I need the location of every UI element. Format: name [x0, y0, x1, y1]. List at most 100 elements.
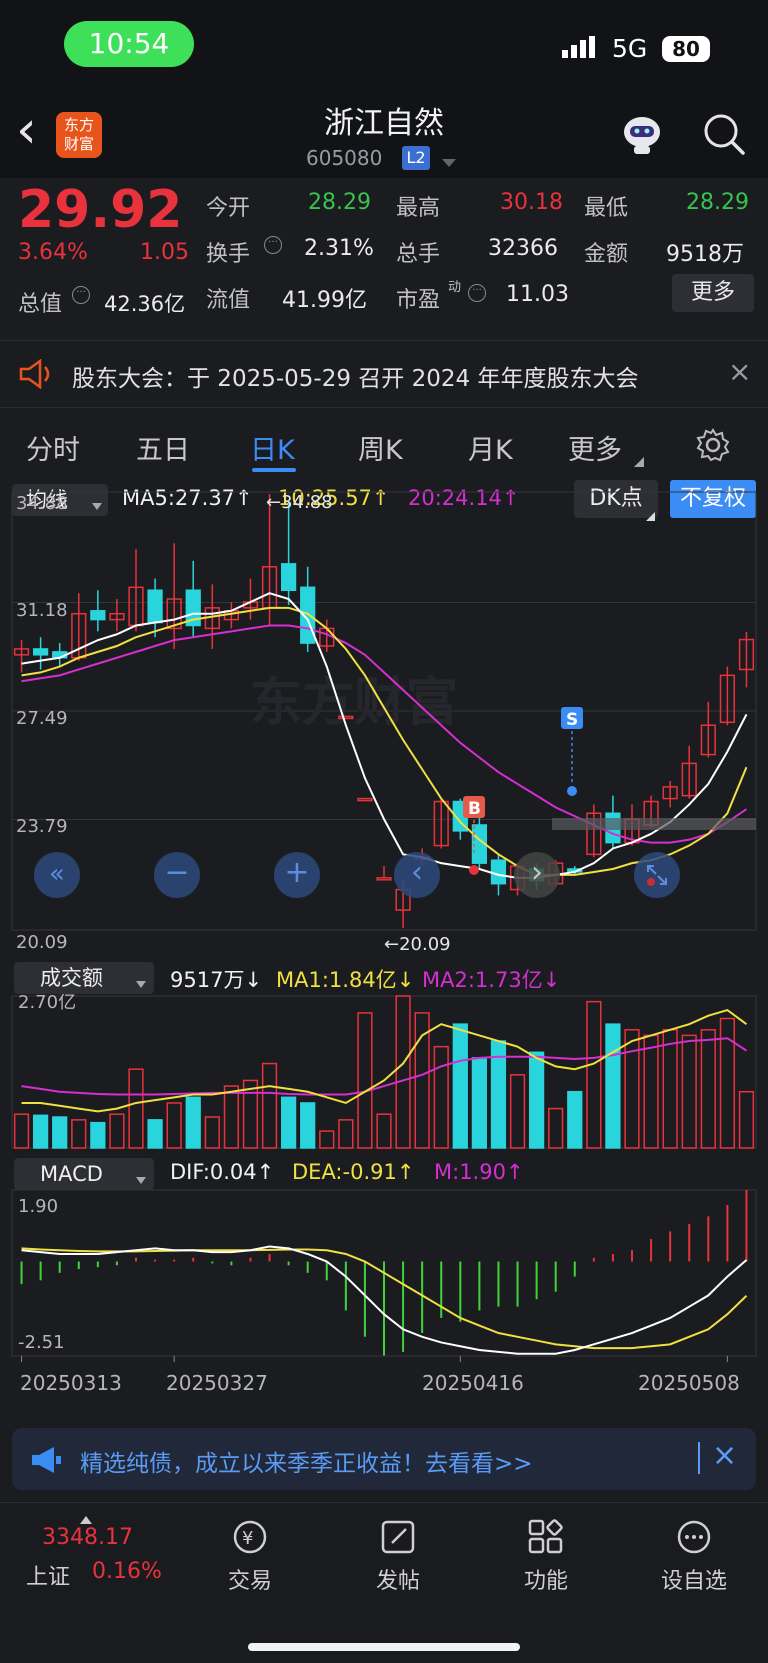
trade-icon: ¥ [233, 1520, 267, 1554]
volume-label: 总手 [396, 242, 441, 267]
macd-y-bottom: -2.51 [18, 1332, 65, 1353]
macd-indicator-select[interactable]: MACD [14, 1158, 154, 1190]
vol-ma2-value: MA2:1.73亿 [422, 968, 543, 992]
float-label: 流值 [206, 288, 251, 313]
notice-bar[interactable]: 股东大会：于 2025-05-29 召开 2024 年年度股东大会 × [0, 340, 768, 408]
volume-readout: 9517万↓ [170, 964, 262, 994]
quote-panel: 29.92 3.64% 1.05 总值 ··· 42.36亿 今开 28.29 … [0, 178, 768, 340]
megaphone-icon [30, 1446, 64, 1478]
chart-grid [11, 491, 757, 1357]
volume-select-label: 成交额 [40, 966, 103, 990]
support-band [552, 818, 756, 830]
nav-watchlist-label: 设自选 [660, 1569, 727, 1594]
turnover-label: 换手 [206, 242, 251, 267]
index-value[interactable]: 3348.17 [42, 1525, 133, 1550]
dea-readout: DEA:-0.91↑ [292, 1160, 414, 1184]
y-label-3: 23.79 [16, 816, 68, 837]
dif-arrow: ↑ [256, 1160, 275, 1184]
fullscreen-button[interactable] [634, 852, 680, 898]
tab-more[interactable]: 更多 [568, 428, 622, 467]
amount-value: 9518万 [666, 242, 744, 267]
candle-body [376, 877, 392, 881]
tab-intraday[interactable]: 分时 [26, 428, 80, 467]
index-name[interactable]: 上证 [26, 1559, 70, 1591]
volume-dropdown-icon [136, 974, 146, 993]
tab-monthly-k[interactable]: 月K [468, 428, 513, 467]
macd-select-label: MACD [40, 1162, 103, 1186]
index-percent[interactable]: 0.16% [92, 1559, 162, 1584]
volume-value: 9517万 [170, 968, 245, 992]
expand-icon [647, 865, 667, 886]
promo-banner[interactable]: 精选纯债，成立以来季季正收益！去看看>> × [12, 1428, 756, 1490]
y-label-4: 20.09 [16, 932, 68, 953]
post-icon [381, 1520, 415, 1554]
volume-bar [128, 1068, 144, 1149]
volume-bar [357, 1012, 373, 1149]
pe-info-icon[interactable]: ··· [468, 284, 486, 302]
dif-readout: DIF:0.04↑ [170, 1160, 274, 1184]
functions-icon [528, 1519, 563, 1554]
robot-assistant-icon[interactable] [618, 110, 666, 162]
zoom-out-button[interactable]: − [154, 852, 200, 898]
low-value: 28.29 [686, 190, 749, 215]
volume-bar [605, 1023, 621, 1149]
volume-bar [32, 1114, 49, 1149]
tab-five-day[interactable]: 五日 [136, 428, 190, 467]
volume-bar [548, 1107, 564, 1149]
status-bar: 10:54 5G 80 [0, 0, 768, 90]
settings-gear-icon[interactable] [696, 428, 730, 466]
dea-value: DEA:-0.91 [292, 1160, 397, 1184]
kline-chart-svg[interactable]: 东方财富 34.88 31.18 27.49 23.79 20.09 ←34.8… [0, 478, 768, 1411]
macd-dropdown-icon [136, 1170, 146, 1189]
nav-watchlist[interactable]: 设自选 [644, 1517, 744, 1595]
volume-bar [71, 1119, 87, 1149]
nav-functions[interactable]: 功能 [496, 1517, 596, 1595]
banner-divider [698, 1442, 700, 1474]
svg-text:¥: ¥ [242, 1528, 253, 1549]
volume-bar [433, 1045, 449, 1149]
volume-indicator-select[interactable]: 成交额 [14, 962, 154, 994]
date-label-1: 20250327 [166, 1371, 268, 1395]
m-arrow: ↑ [505, 1160, 524, 1184]
banner-close-button[interactable]: × [712, 1438, 737, 1473]
nav-post[interactable]: 发帖 [348, 1517, 448, 1595]
high-value: 30.18 [500, 190, 563, 215]
info-icon[interactable]: ··· [72, 286, 90, 304]
app-root: 10:54 5G 80 ‹ 东方 财富 浙江自然 605080 L2 29.92… [0, 0, 768, 1663]
tab-daily-k[interactable]: 日K [250, 428, 295, 467]
bottom-nav: 3348.17 上证 0.16% ¥ 交易 发帖 功能 设自选 [0, 1502, 768, 1663]
search-icon[interactable] [702, 112, 746, 160]
nav-post-label: 发帖 [375, 1569, 420, 1594]
volume-bar [261, 1062, 278, 1149]
low-label: 最低 [584, 196, 629, 221]
sell-marker[interactable]: S [561, 707, 583, 796]
turnover-info-icon[interactable]: ··· [264, 236, 282, 254]
nav-functions-label: 功能 [523, 1569, 568, 1594]
home-indicator [248, 1643, 520, 1651]
stock-code: 605080 [306, 146, 383, 170]
notice-close-button[interactable]: × [728, 355, 751, 388]
volume-bar [52, 1116, 68, 1149]
ma5-line [21, 592, 748, 879]
more-dropdown-icon [634, 452, 644, 471]
nav-trade[interactable]: ¥ 交易 [200, 1517, 300, 1595]
scroll-left-button[interactable]: ‹ [394, 852, 440, 898]
tab-weekly-k[interactable]: 周K [358, 428, 403, 467]
pe-label: 市盈 [396, 288, 441, 313]
volume-bar [452, 1023, 468, 1149]
date-label-0: 20250313 [20, 1371, 122, 1395]
level2-badge[interactable]: L2 [402, 146, 430, 170]
volume-bar [700, 1029, 716, 1149]
scroll-right-button[interactable]: › [514, 852, 560, 898]
zoom-in-button[interactable]: + [274, 852, 320, 898]
more-button[interactable]: 更多 [672, 274, 754, 312]
vol-ma2-readout: MA2:1.73亿↓ [422, 964, 560, 994]
scroll-start-button[interactable]: « [34, 852, 80, 898]
volume-bar [643, 1034, 659, 1149]
volume-bar [13, 1113, 30, 1149]
date-label-2: 20250416 [422, 1371, 524, 1395]
code-dropdown-icon[interactable] [442, 154, 456, 173]
mktcap-value: 42.36亿 [104, 292, 186, 316]
volume-series [13, 995, 755, 1149]
buy-marker-label: B [468, 799, 481, 819]
